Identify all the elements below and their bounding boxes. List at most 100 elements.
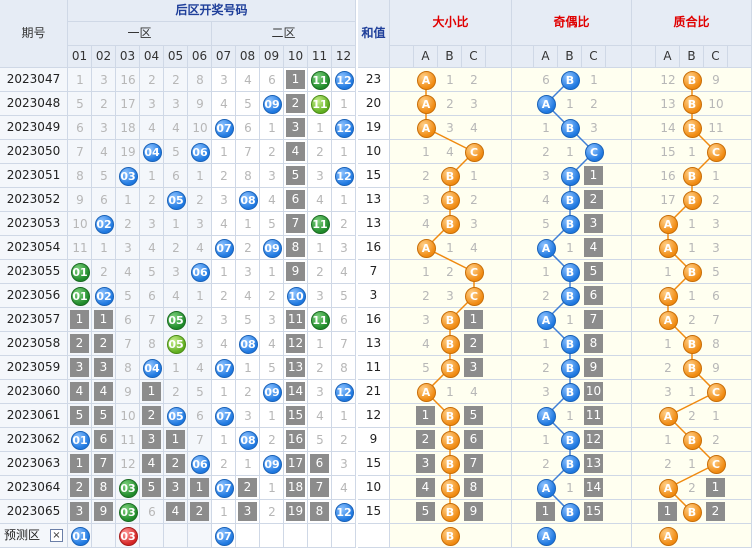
- predict-cell[interactable]: [140, 524, 164, 548]
- omit-count: 2: [172, 385, 180, 399]
- omit-count: 8: [244, 169, 252, 183]
- omit-count: 3: [664, 385, 672, 399]
- omit-count: 2: [148, 193, 156, 207]
- omit-count: 5: [340, 289, 348, 303]
- header-col-02: 02: [92, 46, 116, 68]
- omit-count: 1: [286, 70, 305, 89]
- prime-composite-ball-B: B: [682, 358, 702, 378]
- omit-count: 4: [124, 265, 132, 279]
- omit-count: 2: [220, 289, 228, 303]
- predict-cell[interactable]: [332, 524, 356, 548]
- predict-cell[interactable]: [260, 524, 284, 548]
- period-2023064: 2023064: [0, 476, 68, 500]
- omit-count: 1: [688, 385, 696, 399]
- omit-count: 1: [196, 169, 204, 183]
- omit-count: 7: [310, 478, 329, 497]
- predict-clear-checkbox[interactable]: ×: [50, 529, 63, 542]
- ball-09: 09: [262, 454, 282, 474]
- omit-count: 9: [286, 262, 305, 281]
- predict-cell[interactable]: [164, 524, 188, 548]
- omit-count: 8: [340, 361, 348, 375]
- omit-count: 10: [584, 382, 603, 401]
- omit-count: 1: [70, 310, 89, 329]
- omit-count: 7: [286, 214, 305, 233]
- omit-count: 8: [94, 478, 113, 497]
- sum-2023064: 10: [358, 476, 390, 500]
- omit-count: 7: [340, 337, 348, 351]
- header-big-small-C: C: [462, 46, 486, 68]
- omit-count: 1: [688, 145, 696, 159]
- omit-count: 12: [660, 73, 676, 87]
- odd-even-ball-B: B: [560, 382, 580, 402]
- big-small-ball-A: A: [416, 382, 436, 402]
- period-2023047: 2023047: [0, 68, 68, 92]
- omit-count: 5: [422, 361, 430, 375]
- omit-count: 2: [172, 241, 180, 255]
- header-col-03: 03: [116, 46, 140, 68]
- big-small-ball-B: B: [440, 310, 460, 330]
- omit-count: 1: [446, 241, 454, 255]
- omit-count: 1: [688, 241, 696, 255]
- omit-count: 2: [316, 145, 324, 159]
- predict-group[interactable]: [512, 524, 632, 548]
- predict-group[interactable]: [632, 524, 752, 548]
- omit-count: 1: [664, 337, 672, 351]
- omit-count: 4: [94, 382, 113, 401]
- omit-count: 1: [584, 166, 603, 185]
- omit-count: 2: [446, 265, 454, 279]
- omit-count: 1: [70, 454, 89, 473]
- omit-count: 1: [566, 481, 574, 495]
- period-2023051: 2023051: [0, 164, 68, 188]
- trend-chart: 期号 后区开奖号码 一区 二区 01 02 03 04 05 06 07 08 09 10 11 12 和值 大小…: [0, 0, 752, 553]
- header-odd-even-pad: [512, 46, 534, 68]
- omit-count: 5: [70, 406, 89, 425]
- predict-cell[interactable]: [92, 524, 116, 548]
- omit-count: 2: [712, 193, 720, 207]
- omit-count: 9: [76, 193, 84, 207]
- omit-count: 2: [542, 145, 550, 159]
- omit-count: 6: [464, 430, 483, 449]
- sum-2023059: 11: [358, 356, 390, 380]
- omit-count: 1: [220, 385, 228, 399]
- omit-count: 5: [100, 169, 108, 183]
- sum-2023051: 15: [358, 164, 390, 188]
- sum-2023062: 9: [358, 428, 390, 452]
- omit-count: 16: [660, 169, 676, 183]
- odd-even-ball-B: B: [560, 70, 580, 90]
- omit-count: 4: [542, 193, 550, 207]
- omit-count: 4: [470, 241, 478, 255]
- omit-count: 4: [286, 142, 305, 161]
- omit-count: 7: [76, 145, 84, 159]
- omit-count: 1: [244, 361, 252, 375]
- predict-cell[interactable]: [284, 524, 308, 548]
- omit-count: 1: [220, 145, 228, 159]
- big-small-ball-B: B: [440, 502, 460, 522]
- header-odd-even-pad2: [606, 46, 632, 68]
- omit-count: 4: [196, 241, 204, 255]
- omit-count: 6: [268, 73, 276, 87]
- period-2023059: 2023059: [0, 356, 68, 380]
- omit-count: 5: [148, 265, 156, 279]
- predict-cell[interactable]: [308, 524, 332, 548]
- omit-count: 1: [340, 193, 348, 207]
- sum-2023056: 3: [358, 284, 390, 308]
- predict-cell[interactable]: [236, 524, 260, 548]
- header-odd-even: 奇偶比: [512, 0, 632, 46]
- omit-count: 2: [268, 505, 276, 519]
- omit-count: 3: [542, 385, 550, 399]
- big-small-ball-C: C: [464, 142, 484, 162]
- omit-count: 19: [286, 502, 305, 521]
- odd-even-ball-A: A: [536, 94, 556, 114]
- omit-count: 3: [196, 217, 204, 231]
- predict-ball-03: 03: [118, 526, 138, 546]
- omit-count: 9: [712, 361, 720, 375]
- big-small-ball-B: B: [440, 334, 460, 354]
- prime-composite-ball-C: C: [706, 454, 726, 474]
- period-2023062: 2023062: [0, 428, 68, 452]
- omit-count: 6: [584, 286, 603, 305]
- omit-count: 17: [286, 454, 305, 473]
- predict-cell[interactable]: [188, 524, 212, 548]
- omit-count: 1: [316, 121, 324, 135]
- omit-count: 10: [708, 97, 724, 111]
- omit-count: 3: [422, 193, 430, 207]
